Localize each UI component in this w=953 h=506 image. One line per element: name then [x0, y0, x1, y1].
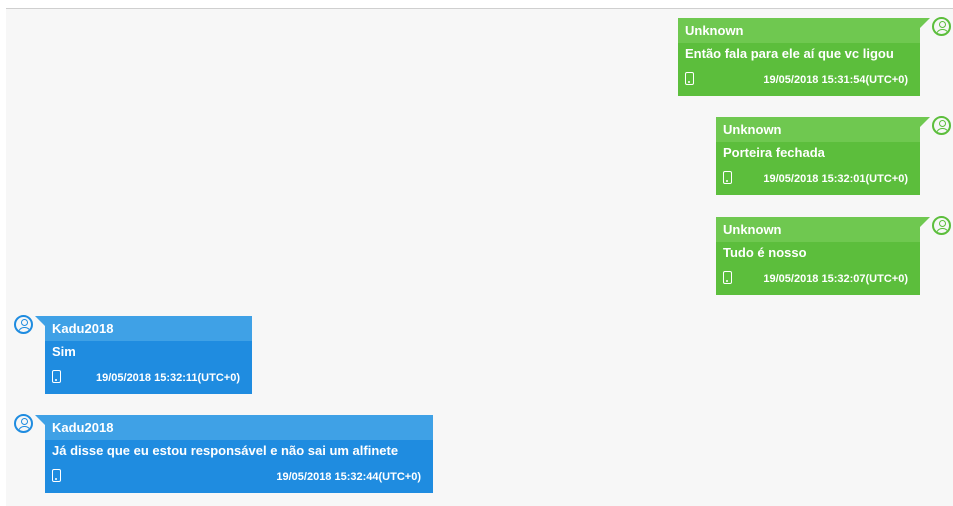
message-timestamp: 19/05/2018 15:32:01(UTC+0) [763, 173, 908, 185]
message-bubble[interactable]: Kadu2018 Sim 19/05/2018 15:32:11(UTC+0) [35, 316, 252, 394]
sender-name: Kadu2018 [35, 415, 433, 440]
sender-name: Kadu2018 [35, 316, 252, 341]
message-timestamp: 19/05/2018 15:32:07(UTC+0) [763, 273, 908, 285]
phone-icon [723, 271, 732, 284]
message-text: Já disse que eu estou responsável e não … [52, 443, 399, 458]
message-text: Sim [52, 344, 76, 359]
sender-name: Unknown [716, 117, 930, 142]
message-timestamp: 19/05/2018 15:32:11(UTC+0) [95, 372, 240, 384]
message-timestamp: 19/05/2018 15:31:54(UTC+0) [763, 74, 908, 86]
message-bubble[interactable]: Kadu2018 Já disse que eu estou responsáv… [35, 415, 433, 493]
sender-name: Unknown [716, 217, 930, 242]
message-timestamp: 19/05/2018 15:32:44(UTC+0) [276, 471, 421, 483]
user-avatar-icon [14, 414, 33, 433]
message-text: Porteira fechada [723, 145, 825, 160]
user-avatar-icon [14, 315, 33, 334]
user-avatar-icon [932, 216, 951, 235]
phone-icon [52, 469, 61, 482]
message-bubble[interactable]: Unknown Então fala para ele aí que vc li… [678, 18, 930, 96]
message-text: Tudo é nosso [723, 245, 807, 260]
message-text: Então fala para ele aí que vc ligou [685, 46, 894, 61]
user-avatar-icon [932, 17, 951, 36]
phone-icon [723, 171, 732, 184]
sender-name: Unknown [678, 18, 930, 43]
phone-icon [685, 72, 694, 85]
message-bubble[interactable]: Unknown Porteira fechada 19/05/2018 15:3… [716, 117, 930, 195]
phone-icon [52, 370, 61, 383]
user-avatar-icon [932, 116, 951, 135]
message-bubble[interactable]: Unknown Tudo é nosso 19/05/2018 15:32:07… [716, 217, 930, 295]
